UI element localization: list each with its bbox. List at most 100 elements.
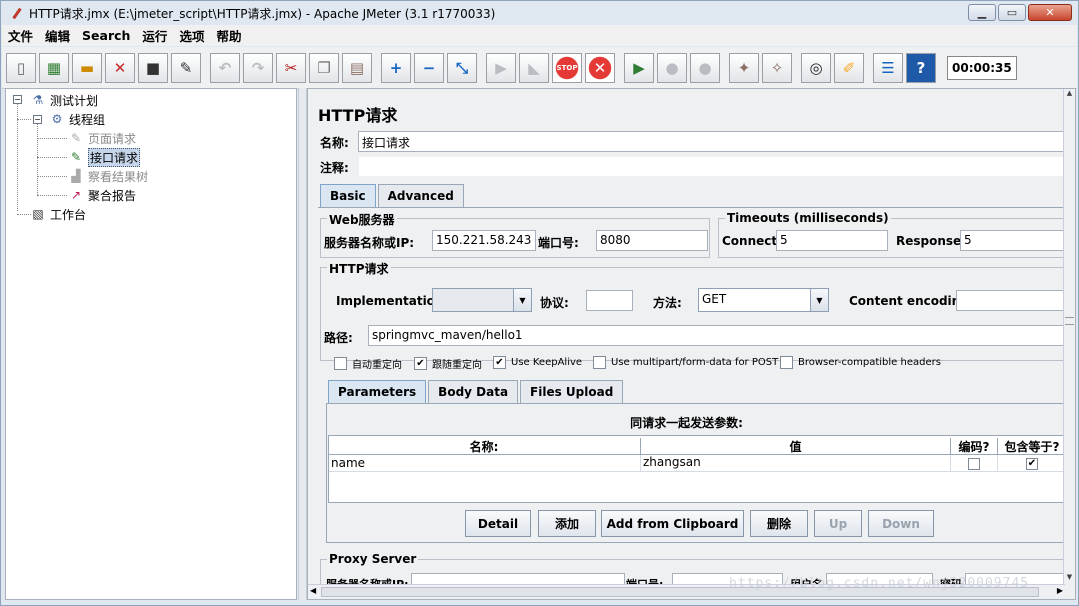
tree-node-api-request[interactable]: ✎ 接口请求: [68, 147, 141, 167]
follow-redirect-checkbox[interactable]: ✔ 跟随重定向: [414, 356, 482, 371]
server-ip-field[interactable]: 150.221.58.243: [432, 230, 536, 251]
header-encode[interactable]: 编码?: [950, 438, 997, 455]
browser-headers-checkbox[interactable]: Browser-compatible headers: [780, 356, 941, 369]
encode-checkbox[interactable]: [950, 455, 997, 472]
stop-icon[interactable]: STOP: [552, 52, 582, 83]
menu-bar: 文件 编辑 Search 运行 选项 帮助: [2, 25, 1077, 46]
tab-basic[interactable]: Basic: [320, 184, 376, 207]
tab-parameters[interactable]: Parameters: [328, 380, 427, 403]
delete-button[interactable]: 删除: [750, 510, 808, 537]
multipart-checkbox[interactable]: Use multipart/form-data for POST: [593, 356, 778, 369]
menu-options[interactable]: 选项: [173, 26, 210, 45]
protocol-field[interactable]: [586, 290, 633, 311]
tree-node-workbench[interactable]: ▧ 工作台: [30, 205, 86, 223]
scroll-down-icon[interactable]: ▼: [1064, 573, 1075, 585]
search-icon[interactable]: ◎: [801, 52, 831, 83]
start-icon[interactable]: ▶: [486, 52, 516, 83]
remote-shutdown-icon[interactable]: ●: [690, 52, 720, 83]
method-label: 方法:: [653, 296, 682, 310]
toggle-icon[interactable]: ⤡: [447, 52, 477, 83]
tree-node-thread-group[interactable]: ⚙ 线程组: [49, 110, 105, 128]
expand-thread-group-toggle[interactable]: −: [33, 115, 42, 124]
tab-files-upload[interactable]: Files Upload: [520, 380, 624, 403]
scroll-right-icon[interactable]: ▶: [1057, 586, 1063, 595]
new-icon[interactable]: ▯: [6, 52, 36, 83]
header-name[interactable]: 名称:: [329, 438, 639, 455]
tab-advanced[interactable]: Advanced: [377, 184, 464, 207]
method-select[interactable]: GET ▼: [698, 288, 829, 312]
close-icon[interactable]: ✕: [105, 52, 135, 83]
param-name-cell[interactable]: name: [331, 456, 637, 470]
minimize-button[interactable]: ▁: [968, 4, 996, 21]
elapsed-timer: 00:00:35: [947, 55, 1017, 80]
detail-button[interactable]: Detail: [465, 510, 531, 537]
save-as-icon[interactable]: ✎: [171, 52, 201, 83]
connect-timeout-field[interactable]: 5: [776, 230, 888, 251]
scroll-up-icon[interactable]: ▲: [1064, 89, 1075, 101]
content-encoding-field[interactable]: [956, 290, 1065, 311]
include-equals-checkbox[interactable]: ✔: [997, 455, 1065, 472]
jmeter-window: HTTP请求.jmx (E:\jmeter_script\HTTP请求.jmx)…: [0, 0, 1079, 606]
remote-start-icon[interactable]: ▶: [624, 52, 654, 83]
server-label: 服务器名称或IP:: [324, 236, 415, 250]
help-icon[interactable]: ?: [906, 52, 936, 83]
report-chart-icon: ↗: [70, 188, 82, 202]
table-header: 名称: 值 编码? 包含等于?: [329, 436, 1065, 455]
header-include-equals[interactable]: 包含等于?: [997, 438, 1065, 455]
tree-node-test-plan[interactable]: ⚗ 测试计划: [30, 91, 98, 109]
menu-edit[interactable]: 编辑: [39, 26, 76, 45]
path-field[interactable]: springmvc_maven/hello1: [368, 325, 1065, 346]
reset-search-icon[interactable]: ✐: [834, 52, 864, 83]
keepalive-checkbox[interactable]: ✔ Use KeepAlive: [493, 356, 582, 369]
open-icon[interactable]: ▬: [72, 52, 102, 83]
content-encoding-label: Content encoding:: [849, 294, 974, 308]
checkmark-icon: ✔: [414, 357, 427, 370]
clear-icon[interactable]: ✦: [729, 52, 759, 83]
add-from-clipboard-button[interactable]: Add from Clipboard: [601, 510, 744, 537]
redo-icon[interactable]: ↷: [243, 52, 273, 83]
remote-stop-icon[interactable]: ●: [657, 52, 687, 83]
menu-search[interactable]: Search: [76, 28, 136, 43]
copy-icon[interactable]: ❐: [309, 52, 339, 83]
response-timeout-field[interactable]: 5: [960, 230, 1065, 251]
shutdown-icon[interactable]: ✕: [585, 52, 615, 83]
comment-field[interactable]: [358, 156, 1065, 177]
start-no-pause-icon[interactable]: ◣: [519, 52, 549, 83]
tab-body-data[interactable]: Body Data: [428, 380, 519, 403]
maximize-button[interactable]: ▭: [998, 4, 1026, 21]
header-value[interactable]: 值: [640, 438, 950, 455]
collapse-icon[interactable]: −: [414, 52, 444, 83]
save-icon[interactable]: ■: [138, 52, 168, 83]
down-button[interactable]: Down: [868, 510, 934, 537]
param-value-cell[interactable]: zhangsan: [640, 455, 950, 472]
name-field[interactable]: 接口请求: [358, 131, 1065, 152]
up-button[interactable]: Up: [814, 510, 862, 537]
expand-icon[interactable]: +: [381, 52, 411, 83]
menu-file[interactable]: 文件: [2, 26, 39, 45]
table-row[interactable]: name zhangsan ✔: [329, 455, 1065, 472]
jmeter-feather-icon: [9, 6, 23, 20]
auto-redirect-checkbox[interactable]: 自动重定向: [334, 356, 402, 371]
expand-root-toggle[interactable]: −: [13, 95, 22, 104]
add-button[interactable]: 添加: [538, 510, 596, 537]
tree-node-aggregate-report[interactable]: ↗ 聚合报告: [68, 186, 136, 204]
name-label: 名称:: [320, 136, 349, 150]
function-helper-icon[interactable]: ☰: [873, 52, 903, 83]
port-field[interactable]: 8080: [596, 230, 708, 251]
close-window-button[interactable]: ✕: [1028, 4, 1072, 21]
vertical-scrollbar[interactable]: ▲ ▼: [1063, 89, 1075, 585]
paste-icon[interactable]: ▤: [342, 52, 372, 83]
undo-icon[interactable]: ↶: [210, 52, 240, 83]
pipette-icon: ✎: [70, 150, 82, 164]
tree-node-results-tree[interactable]: ▟ 察看结果树: [68, 167, 148, 185]
menu-help[interactable]: 帮助: [210, 26, 247, 45]
templates-icon[interactable]: ▦: [39, 52, 69, 83]
implementation-select[interactable]: ▼: [432, 288, 532, 312]
menu-run[interactable]: 运行: [136, 26, 173, 45]
scroll-left-icon[interactable]: ◀: [310, 586, 316, 595]
tree-node-page-request[interactable]: ✎ 页面请求: [68, 129, 136, 147]
title-bar[interactable]: HTTP请求.jmx (E:\jmeter_script\HTTP请求.jmx)…: [1, 1, 1078, 25]
cut-icon[interactable]: ✂: [276, 52, 306, 83]
clear-all-icon[interactable]: ✧: [762, 52, 792, 83]
pane-splitter[interactable]: [298, 88, 307, 600]
